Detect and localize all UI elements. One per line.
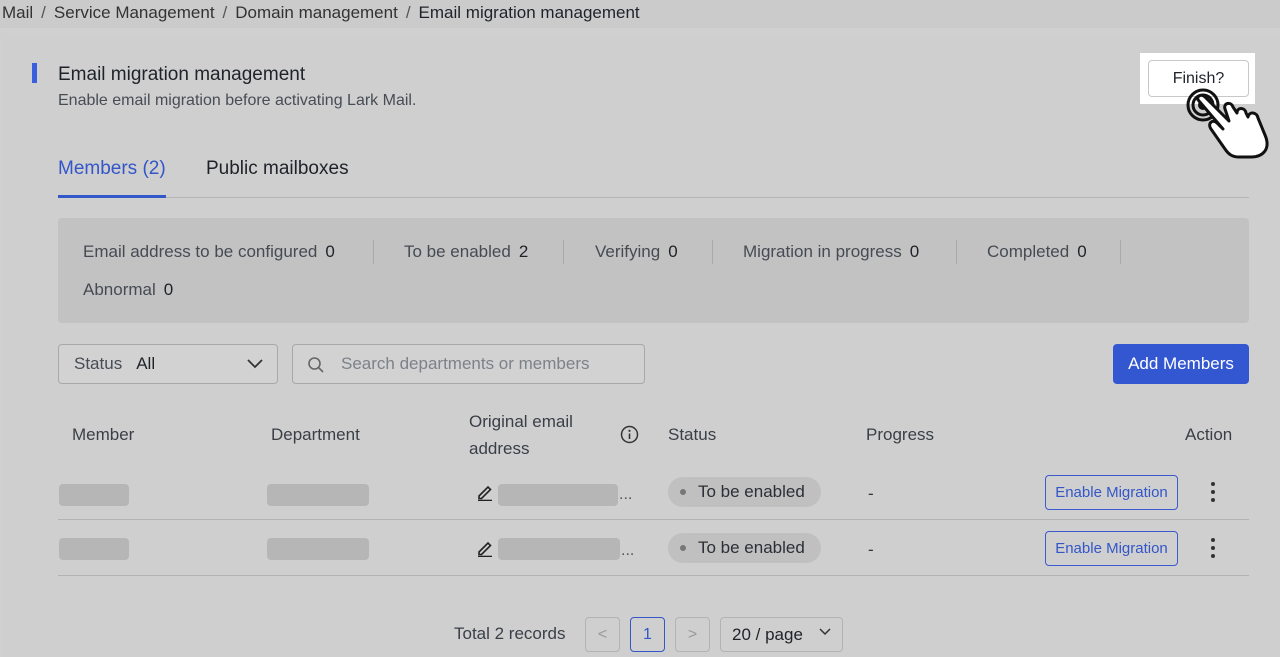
email-placeholder <box>498 538 620 560</box>
more-vertical-icon[interactable] <box>1210 481 1216 503</box>
email-ellipsis: ... <box>619 486 633 503</box>
page-title: Email migration management <box>58 64 306 85</box>
member-placeholder <box>59 484 129 506</box>
status-filter-value: All <box>136 354 156 373</box>
stat-label: Email address to be configured <box>83 242 318 261</box>
column-header-progress: Progress <box>866 425 935 444</box>
next-page-button[interactable]: > <box>675 617 710 652</box>
more-vertical-icon[interactable] <box>1210 537 1216 559</box>
stat-label: Migration in progress <box>743 242 902 261</box>
member-placeholder <box>59 538 129 560</box>
column-header-original-email-line1: Original email <box>469 412 573 431</box>
page-subtitle: Enable email migration before activating… <box>58 92 417 109</box>
breadcrumb-separator: / <box>222 3 228 22</box>
stat-divider <box>1120 240 1121 264</box>
tab-bar: Members (2) Public mailboxes <box>58 156 1249 198</box>
status-filter-select[interactable]: Status All <box>58 344 278 384</box>
breadcrumb-current: Email migration management <box>418 3 640 22</box>
pointing-hand-icon <box>1186 88 1269 159</box>
row-divider <box>58 519 1249 520</box>
stat-to-be-enabled[interactable]: To be enabled 2 <box>404 242 528 262</box>
stat-completed[interactable]: Completed 0 <box>987 242 1087 262</box>
info-icon[interactable] <box>620 425 639 444</box>
tab-members[interactable]: Members (2) <box>58 158 166 198</box>
stat-label: Verifying <box>595 242 661 261</box>
column-header-status: Status <box>668 425 717 444</box>
stat-value: 0 <box>668 242 678 261</box>
page-number-button[interactable]: 1 <box>630 617 665 652</box>
status-badge: To be enabled <box>668 533 821 563</box>
breadcrumb-domain-management[interactable]: Domain management <box>235 3 398 22</box>
chevron-down-icon <box>819 628 831 636</box>
breadcrumb: Mail / Service Management / Domain managemen… <box>0 0 1280 28</box>
column-header-member: Member <box>72 425 135 444</box>
row-divider <box>58 575 1249 576</box>
progress-value: - <box>868 484 874 503</box>
stat-divider <box>373 240 374 264</box>
stat-value: 0 <box>1077 242 1087 261</box>
enable-migration-button[interactable]: Enable Migration <box>1045 531 1178 566</box>
prev-page-button[interactable]: < <box>585 617 620 652</box>
email-ellipsis: ... <box>621 542 635 559</box>
stats-summary: Email address to be configured 0 To be en… <box>58 218 1249 323</box>
department-placeholder <box>267 484 369 506</box>
page-size-select[interactable]: 20 / page <box>720 617 843 652</box>
column-header-original-email-line2: address <box>469 439 530 458</box>
email-placeholder <box>498 484 618 506</box>
stat-divider <box>956 240 957 264</box>
stat-abnormal[interactable]: Abnormal 0 <box>83 280 173 300</box>
stat-migration-in-progress[interactable]: Migration in progress 0 <box>743 242 919 262</box>
stat-value: 0 <box>909 242 920 261</box>
add-members-button[interactable]: Add Members <box>1113 344 1249 384</box>
stat-label: Abnormal <box>83 280 156 299</box>
column-header-action: Action <box>1185 425 1233 444</box>
breadcrumb-mail[interactable]: Mail <box>2 3 33 22</box>
progress-value: - <box>868 540 874 559</box>
stat-divider <box>712 240 713 264</box>
total-records: Total 2 records <box>454 624 566 643</box>
page-size-value: 20 / page <box>732 625 803 644</box>
department-placeholder <box>267 538 369 560</box>
stat-value: 0 <box>325 242 335 261</box>
search-icon <box>308 357 324 373</box>
breadcrumb-separator: / <box>405 3 411 22</box>
stat-label: To be enabled <box>404 242 511 261</box>
stat-value: 0 <box>163 280 174 299</box>
edit-icon[interactable] <box>476 483 494 501</box>
stat-verifying[interactable]: Verifying 0 <box>595 242 678 262</box>
search-input[interactable] <box>341 351 631 377</box>
tab-public-mailboxes[interactable]: Public mailboxes <box>206 158 349 198</box>
search-box <box>292 344 645 384</box>
stat-label: Completed <box>987 242 1070 261</box>
enable-migration-button[interactable]: Enable Migration <box>1045 475 1178 510</box>
breadcrumb-separator: / <box>41 3 46 22</box>
chevron-down-icon <box>247 359 263 369</box>
stat-value: 2 <box>518 242 529 261</box>
breadcrumb-service-management[interactable]: Service Management <box>54 3 215 22</box>
column-header-original-email: Original email address <box>469 412 573 459</box>
stat-to-be-configured[interactable]: Email address to be configured 0 <box>83 242 335 262</box>
status-filter-label: Status <box>74 354 123 373</box>
edit-icon[interactable] <box>476 539 494 557</box>
status-badge: To be enabled <box>668 477 821 507</box>
title-accent-bar <box>32 63 37 83</box>
stat-divider <box>563 240 564 264</box>
column-header-department: Department <box>271 425 360 444</box>
